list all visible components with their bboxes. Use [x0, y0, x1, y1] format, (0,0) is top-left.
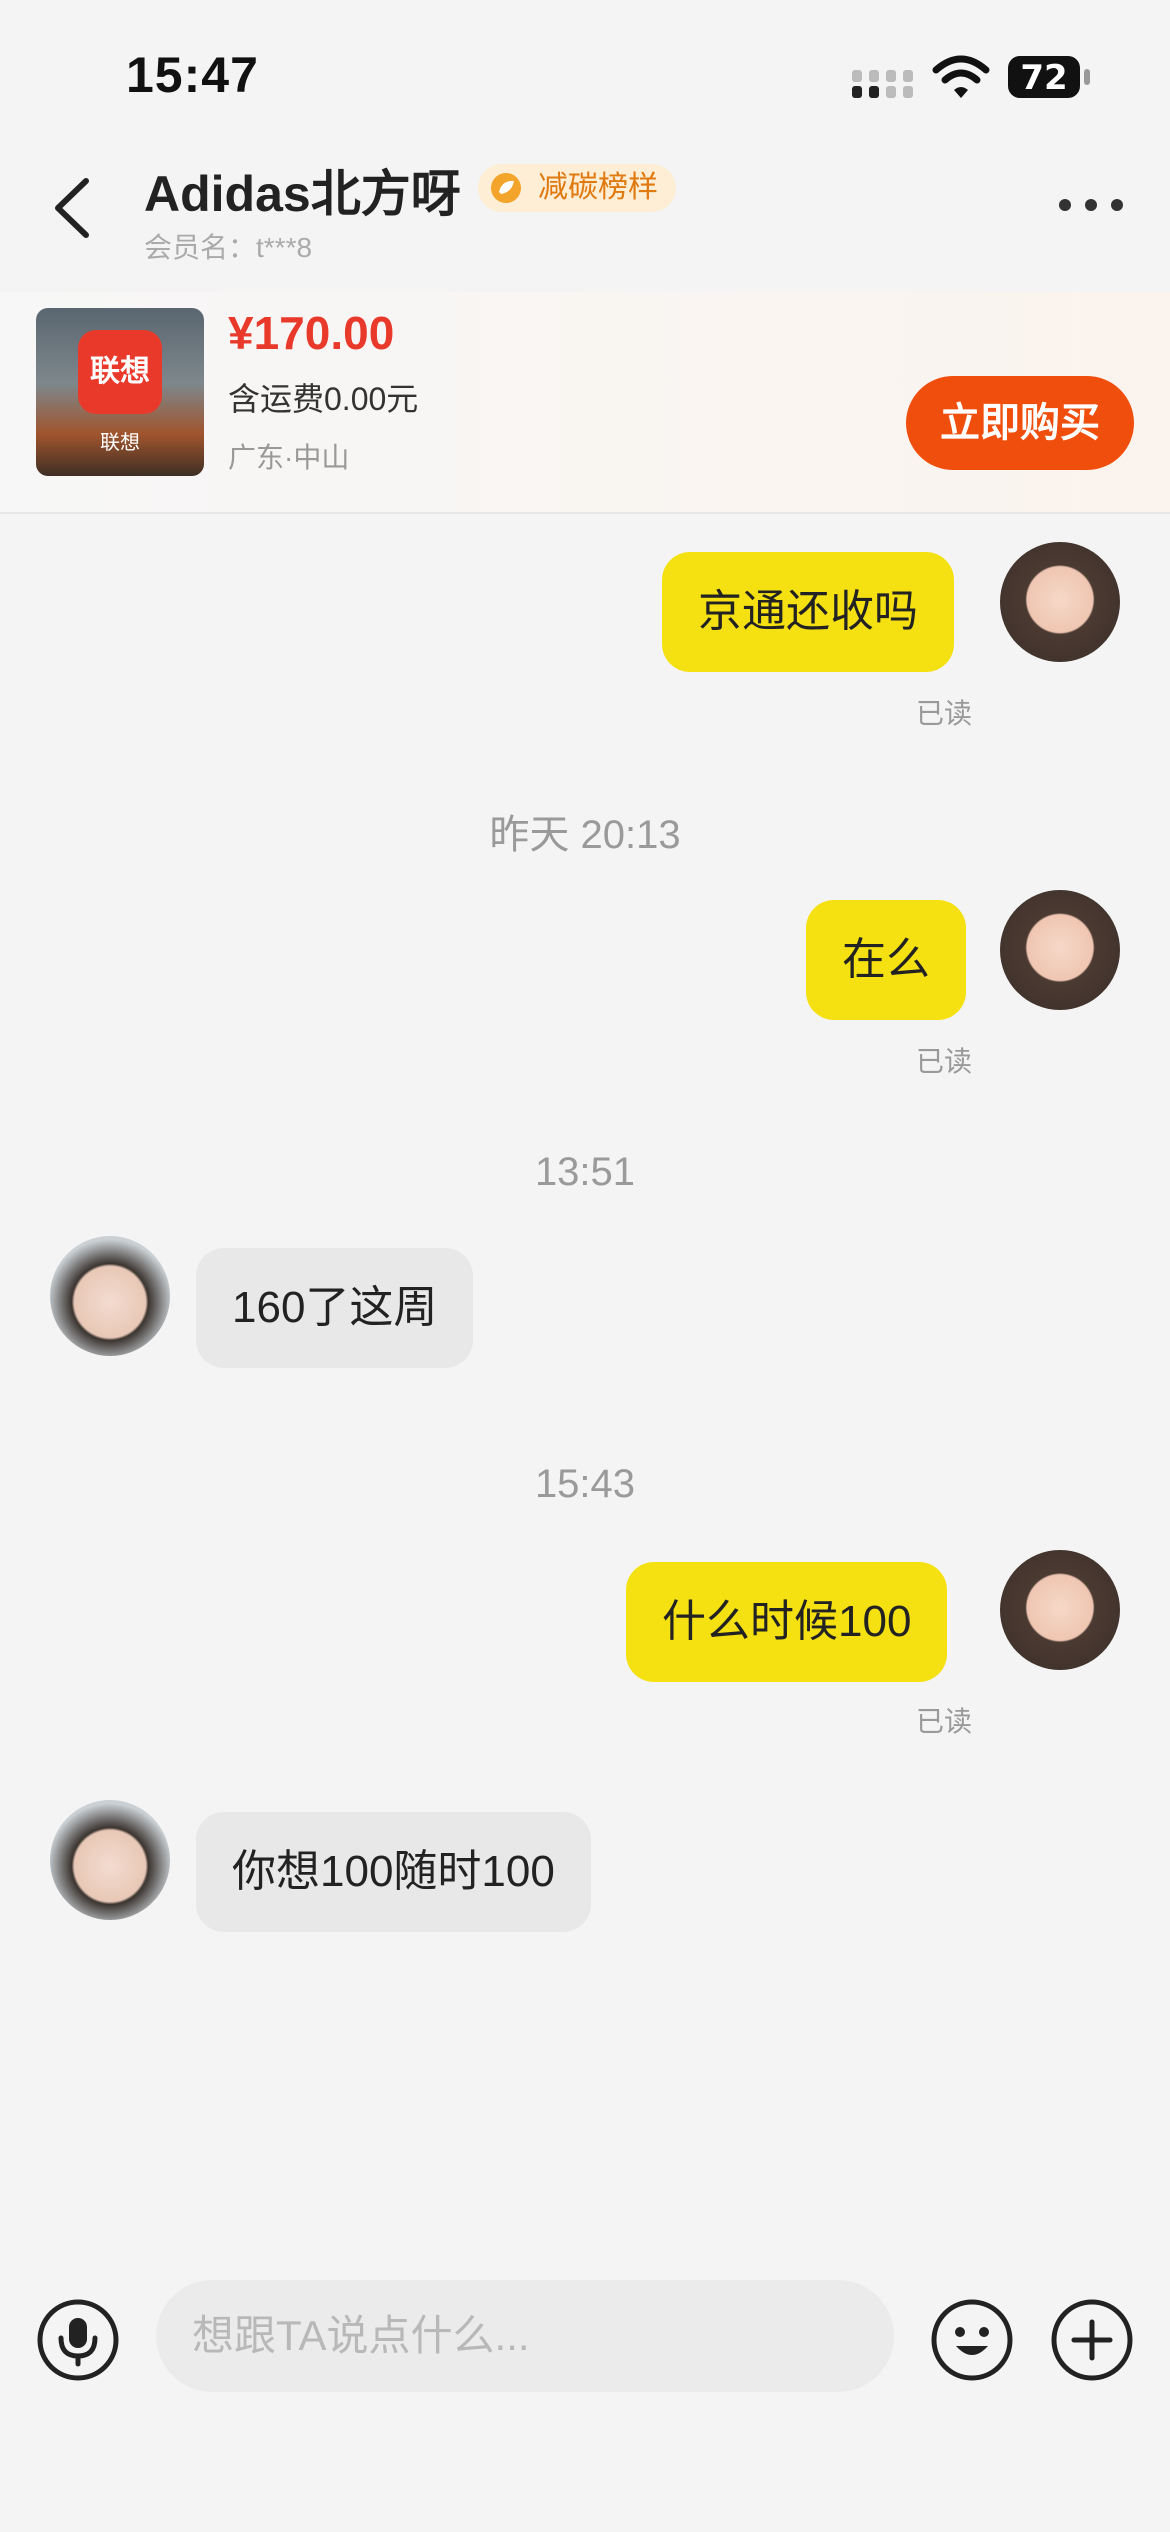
product-location: 广东·中山: [228, 442, 350, 473]
time-separator: 15:43: [534, 1462, 636, 1506]
avatar-seller[interactable]: [50, 1800, 170, 1920]
lenovo-logo: 联想: [78, 330, 162, 414]
message-bubble-other[interactable]: 你想100随时100: [196, 1812, 591, 1932]
buy-now-button[interactable]: 立即购买: [906, 376, 1134, 470]
read-receipt: 已读: [916, 1706, 973, 1737]
shipping-fee: 含运费0.00元: [228, 381, 419, 417]
avatar-self[interactable]: [1000, 890, 1120, 1010]
avatar-seller[interactable]: [50, 1236, 170, 1356]
message-bubble-self[interactable]: 在么: [806, 900, 966, 1020]
battery-icon: 72: [1008, 56, 1090, 100]
plus-icon[interactable]: [1050, 2298, 1134, 2382]
back-icon[interactable]: [48, 175, 98, 241]
read-receipt: 已读: [916, 698, 973, 729]
emoji-icon[interactable]: [930, 2298, 1014, 2382]
member-name: 会员名：t***8: [144, 232, 313, 263]
time-separator: 13:51: [534, 1150, 636, 1194]
wifi-icon: [932, 55, 990, 98]
message-input[interactable]: [156, 2280, 894, 2392]
message-bubble-other[interactable]: 160了这周: [196, 1248, 474, 1368]
read-receipt: 已读: [916, 1046, 973, 1077]
avatar-self[interactable]: [1000, 1550, 1120, 1670]
battery-level: 72: [1020, 58, 1068, 98]
leaf-icon: [491, 173, 521, 203]
status-time: 15:47: [126, 47, 259, 103]
carbon-badge[interactable]: 减碳榜样: [478, 164, 676, 212]
avatar-self[interactable]: [1000, 542, 1120, 662]
message-bubble-self[interactable]: 什么时候100: [626, 1562, 948, 1682]
badge-label: 减碳榜样: [538, 171, 658, 204]
message-bubble-self[interactable]: 京通还收吗: [662, 552, 954, 672]
product-thumbnail[interactable]: 联想 联想: [36, 308, 204, 476]
cellular-signal-icon: [852, 70, 913, 98]
mic-icon[interactable]: [36, 2298, 120, 2382]
shop-name[interactable]: Adidas北方呀: [144, 154, 461, 226]
thumb-caption: 联想: [100, 432, 140, 454]
product-price: ¥170.00: [228, 307, 395, 359]
status-bar: 15:47 72: [0, 0, 1170, 150]
time-separator: 昨天 20:13: [489, 813, 681, 857]
more-icon[interactable]: [1058, 198, 1124, 212]
